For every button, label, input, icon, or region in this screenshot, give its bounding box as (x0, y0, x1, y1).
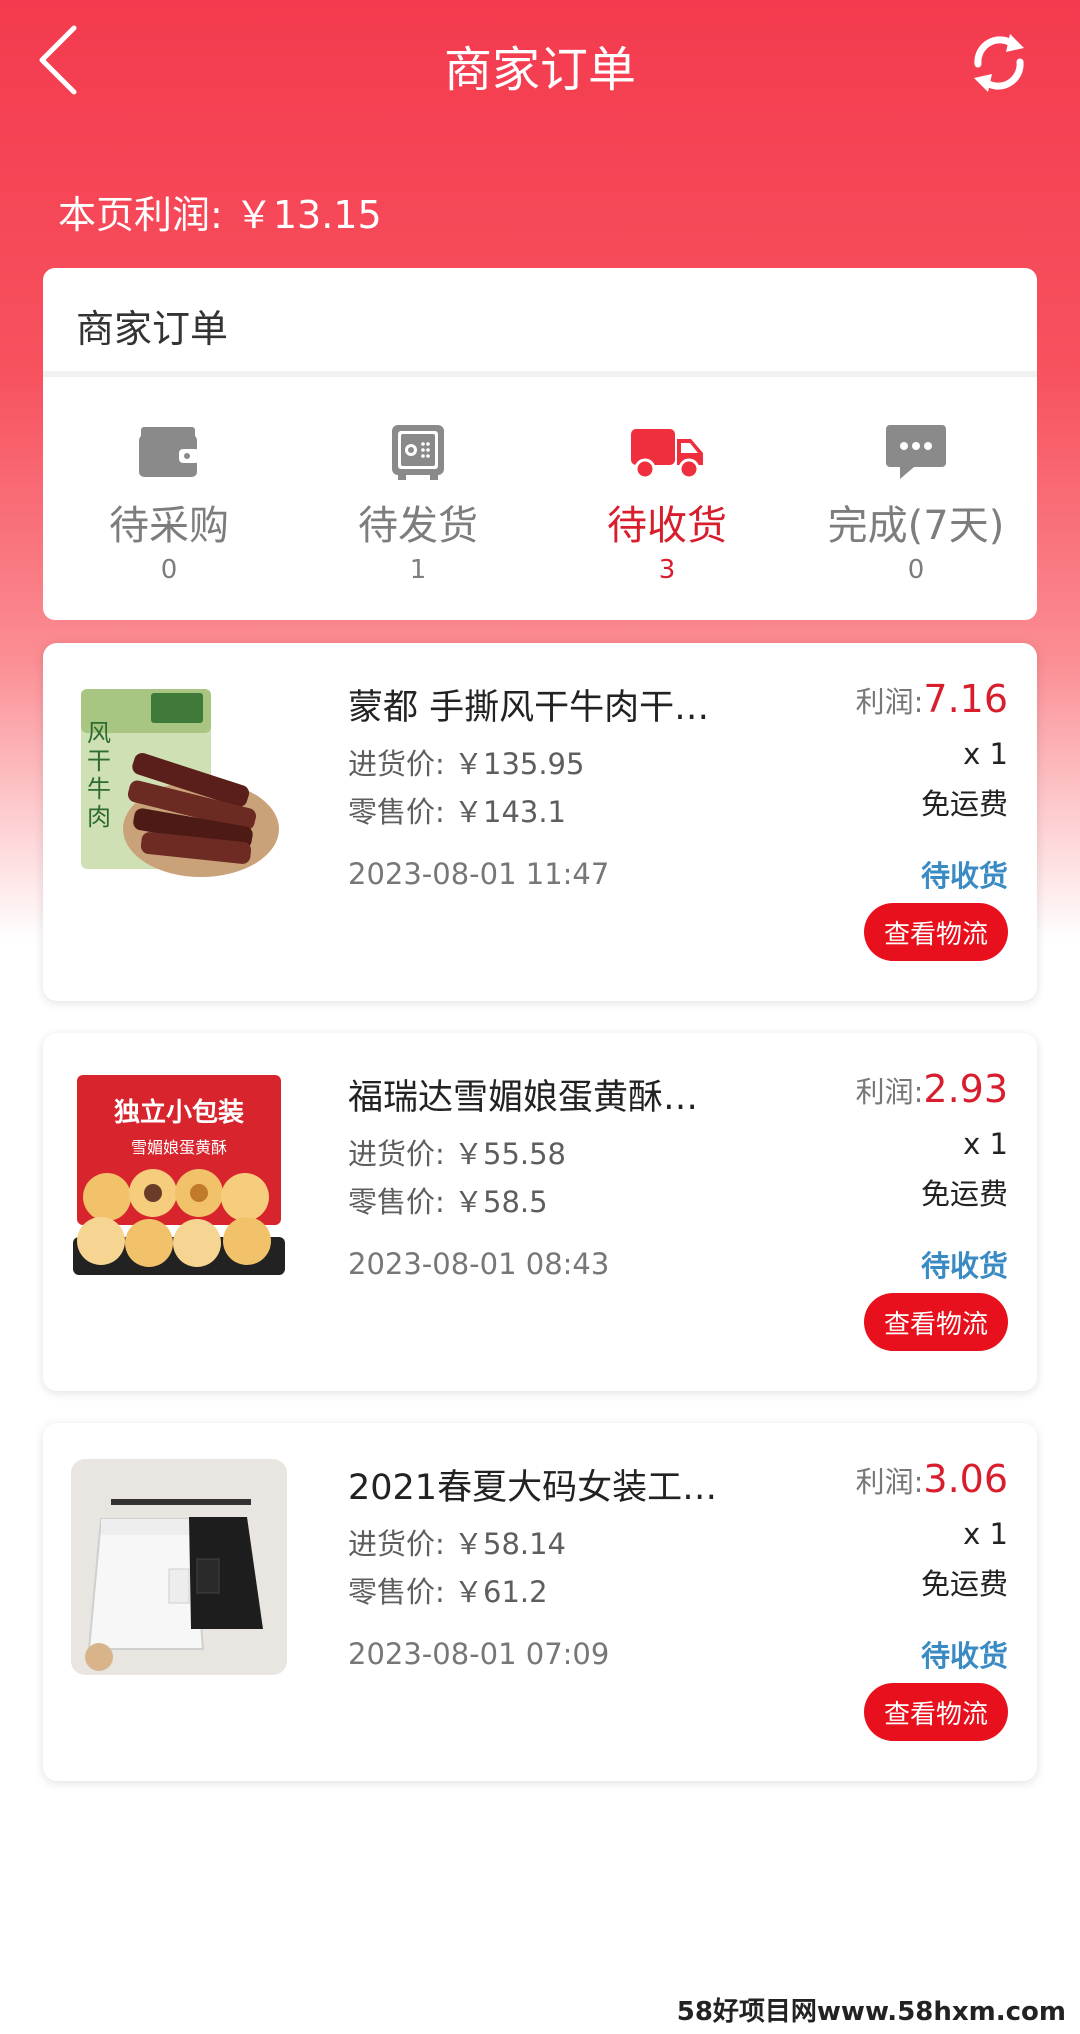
product-name: 福瑞达雪媚娘蛋黄酥… (348, 1078, 699, 1118)
truck-icon (631, 429, 703, 480)
view-logistics-button[interactable]: 查看物流 (864, 1293, 1008, 1351)
quantity: x 1 (963, 737, 1008, 771)
profit-label: 利润: (855, 1075, 924, 1109)
cost-price: 进货价: ￥55.58 (348, 1137, 567, 1171)
retail-price: 零售价: ￥143.1 (348, 795, 567, 829)
card-title: 商家订单 (76, 307, 229, 351)
thumb-text: 风 (87, 719, 111, 747)
wallet-icon (139, 427, 199, 477)
order-status: 待收货 (920, 1249, 1008, 1283)
retail-price: 零售价: ￥58.5 (348, 1185, 548, 1219)
thumb-text: 牛 (87, 775, 111, 803)
page-profit-summary: 本页利润: ￥13.15 (58, 193, 382, 237)
thumb-text: 雪媚娘蛋黄酥 (131, 1138, 227, 1157)
tab-label: 完成(7天) (827, 503, 1005, 549)
view-logistics-button[interactable]: 查看物流 (864, 903, 1008, 961)
view-logistics-button[interactable]: 查看物流 (864, 1683, 1008, 1741)
tab-pending-receipt[interactable]: 待收货 3 (547, 423, 787, 603)
tab-pending-shipment[interactable]: 待发货 1 (298, 423, 538, 603)
profit-value: 2.93 (923, 1067, 1008, 1111)
order-card[interactable]: 2021春夏大码女装工… 进货价: ￥58.14 零售价: ￥61.2 2023… (43, 1423, 1037, 1781)
tab-label: 待采购 (109, 503, 229, 549)
order-card[interactable]: 独立小包装 雪媚娘蛋黄酥 福瑞达雪媚娘蛋黄酥… 进货价: ￥55.58 零售价:… (43, 1033, 1037, 1391)
order-date: 2023-08-01 08:43 (348, 1247, 610, 1281)
watermark: 58好项目网www.58hxm.com (676, 1997, 1066, 2027)
thumb-text: 干 (87, 747, 111, 775)
tab-count: 0 (160, 555, 178, 585)
order-status: 待收货 (920, 1639, 1008, 1673)
thumb-text: 独立小包装 (114, 1097, 244, 1128)
quantity: x 1 (963, 1127, 1008, 1161)
profit-value: 7.16 (923, 677, 1008, 721)
tab-pending-purchase[interactable]: 待采购 0 (49, 423, 289, 603)
shipping-fee: 免运费 (920, 787, 1008, 821)
divider (43, 371, 1037, 377)
profit-info: 利润:2.93 (856, 1067, 1008, 1111)
tab-label: 待收货 (607, 503, 727, 549)
shipping-fee: 免运费 (920, 1177, 1008, 1211)
order-date: 2023-08-01 07:09 (348, 1637, 610, 1671)
profit-info: 利润:3.06 (856, 1457, 1008, 1501)
quantity: x 1 (963, 1517, 1008, 1551)
profit-label: 利润: (855, 1465, 924, 1499)
tab-count: 1 (409, 555, 427, 585)
tab-label: 待发货 (358, 503, 478, 549)
product-name: 蒙都 手撕风干牛肉干… (348, 688, 710, 728)
refresh-button[interactable] (964, 28, 1034, 98)
profit-info: 利润:7.16 (856, 677, 1008, 721)
retail-price: 零售价: ￥61.2 (348, 1575, 548, 1609)
product-image-egg-yolk-pastry: 独立小包装 雪媚娘蛋黄酥 (71, 1069, 287, 1285)
page-title: 商家订单 (443, 42, 636, 98)
thumb-text: 肉 (87, 803, 111, 831)
tab-completed[interactable]: 完成(7天) 0 (796, 423, 1036, 603)
tab-count: 3 (658, 555, 676, 585)
cost-price: 进货价: ￥58.14 (348, 1527, 567, 1561)
refresh-icon (974, 34, 1024, 92)
chat-bubble-icon (886, 425, 946, 479)
product-name: 2021春夏大码女装工… (348, 1468, 718, 1508)
order-status: 待收货 (920, 859, 1008, 893)
tab-count: 0 (907, 555, 925, 585)
profit-label: 利润: (855, 685, 924, 719)
shipping-fee: 免运费 (920, 1567, 1008, 1601)
safe-icon (392, 425, 444, 480)
app-header: 商家订单 (0, 0, 1080, 120)
product-image-skirts (71, 1459, 287, 1675)
order-status-card: 商家订单 待采购 0 待发货 1 待收货 3 完成(7天) 0 (43, 268, 1037, 620)
order-date: 2023-08-01 11:47 (348, 857, 610, 891)
profit-value: 3.06 (923, 1457, 1008, 1501)
product-image-beef-jerky: 风 干 牛 肉 (71, 679, 287, 895)
order-card[interactable]: 风 干 牛 肉 蒙都 手撕风干牛肉干… 进货价: ￥135.95 零售价: ￥1… (43, 643, 1037, 1001)
cost-price: 进货价: ￥135.95 (348, 747, 585, 781)
